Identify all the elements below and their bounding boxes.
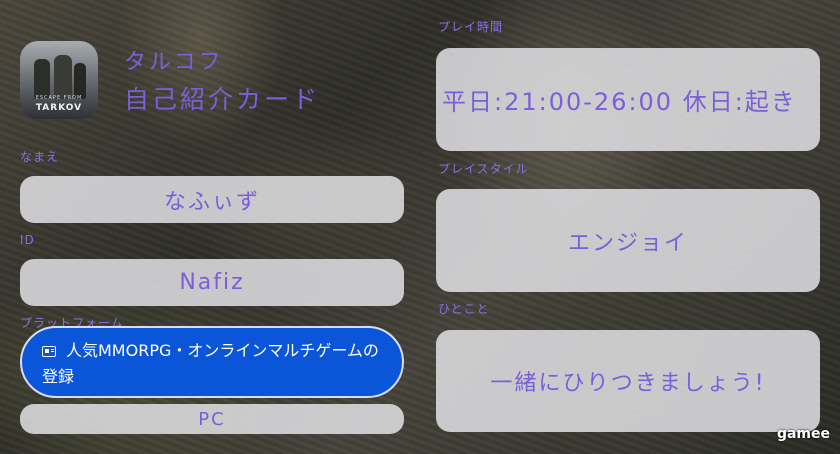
soldier-figure [54, 55, 72, 99]
tarkov-logo: ESCAPE FROM TARKOV [20, 41, 98, 119]
logo-text-top: ESCAPE FROM [35, 95, 83, 101]
name-field[interactable]: なふぃず [20, 176, 404, 223]
playtime-field[interactable]: 平日:21:00-26:00 休日:起き [436, 48, 820, 151]
platform-field[interactable]: PC [20, 404, 404, 434]
playtime-label: プレイ時間 [438, 20, 504, 34]
soldier-figure [34, 59, 50, 99]
id-field[interactable]: Nafiz [20, 259, 404, 306]
playstyle-field[interactable]: エンジョイ [436, 189, 820, 292]
title-line-2: 自己紹介カード [124, 85, 321, 114]
comment-label: ひとこと [438, 302, 490, 316]
id-label: ID [20, 233, 35, 247]
ad-text: 人気MMORPG・オンラインマルチゲームの登録 [42, 341, 379, 386]
comment-field[interactable]: 一緒にひりつきましょう! [436, 330, 820, 432]
logo-text: TARKOV [35, 103, 83, 113]
soldier-figure [74, 63, 86, 99]
brand-watermark: gamee [776, 426, 830, 442]
name-label: なまえ [20, 150, 60, 164]
title-line-1: タルコフ [124, 50, 224, 75]
ad-banner[interactable]: 人気MMORPG・オンラインマルチゲームの登録 [20, 326, 404, 398]
ad-card-icon [42, 346, 56, 357]
playstyle-label: プレイスタイル [438, 162, 529, 176]
